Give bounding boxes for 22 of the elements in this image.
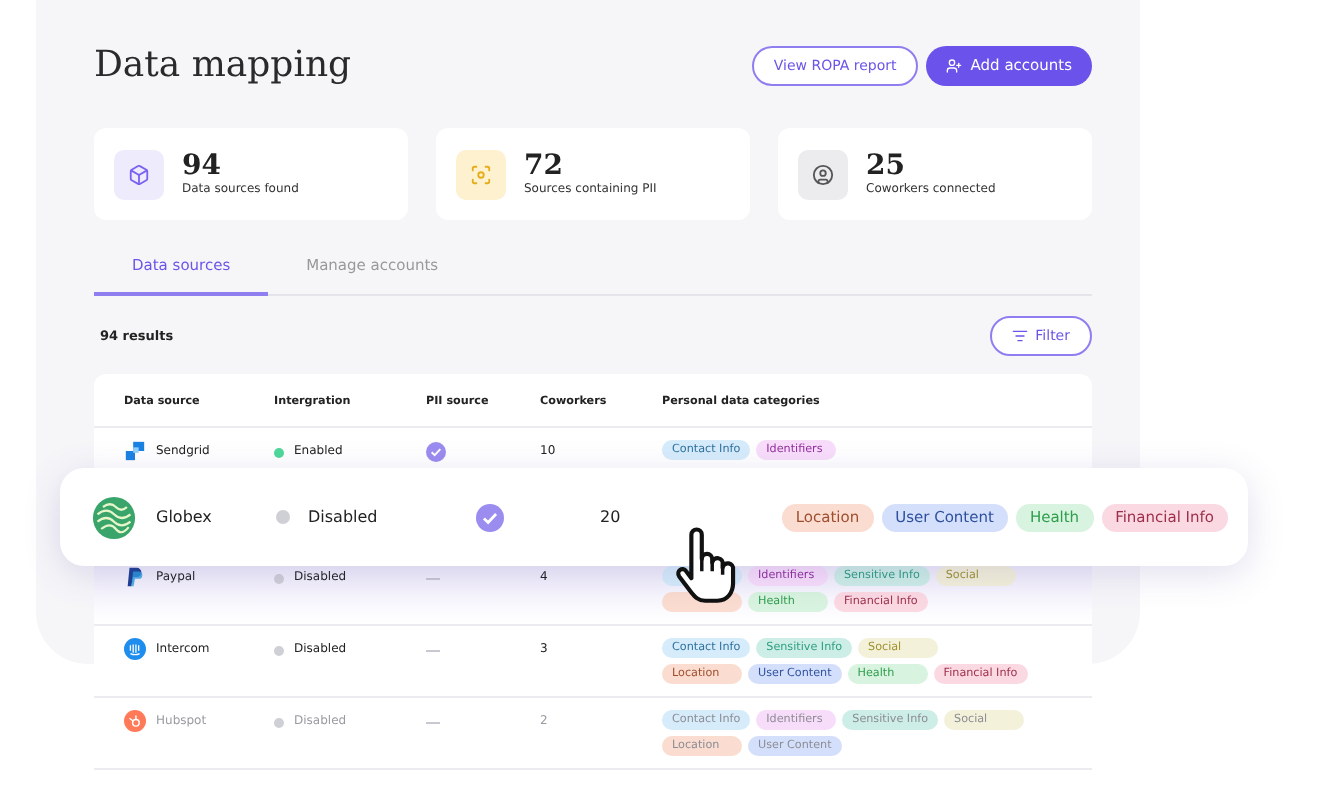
coworker-count: 20 [600,505,621,529]
dash-icon [426,650,440,652]
page-title: Data mapping [94,44,352,86]
dash-icon [426,578,440,580]
stat-value: 72 [524,152,565,182]
dash-icon [426,722,440,724]
filter-icon [1011,328,1028,344]
status-text: Disabled [308,505,378,529]
sprocket-logo-icon [124,710,146,732]
check-circle-icon [426,442,446,462]
focus-icon [456,149,506,199]
cube-icon [114,149,164,199]
check-circle-icon [476,503,504,531]
source-name: Globex [156,505,212,529]
bars-circle-logo-icon [124,638,146,660]
wave-globe-logo-icon [92,495,136,539]
stat-value: 25 [866,152,907,182]
hand-cursor-icon [674,526,740,606]
p-shape-logo-icon [124,566,146,588]
stat-value: 94 [182,152,223,182]
squares-logo-icon [124,440,146,462]
add-user-icon [946,57,963,73]
